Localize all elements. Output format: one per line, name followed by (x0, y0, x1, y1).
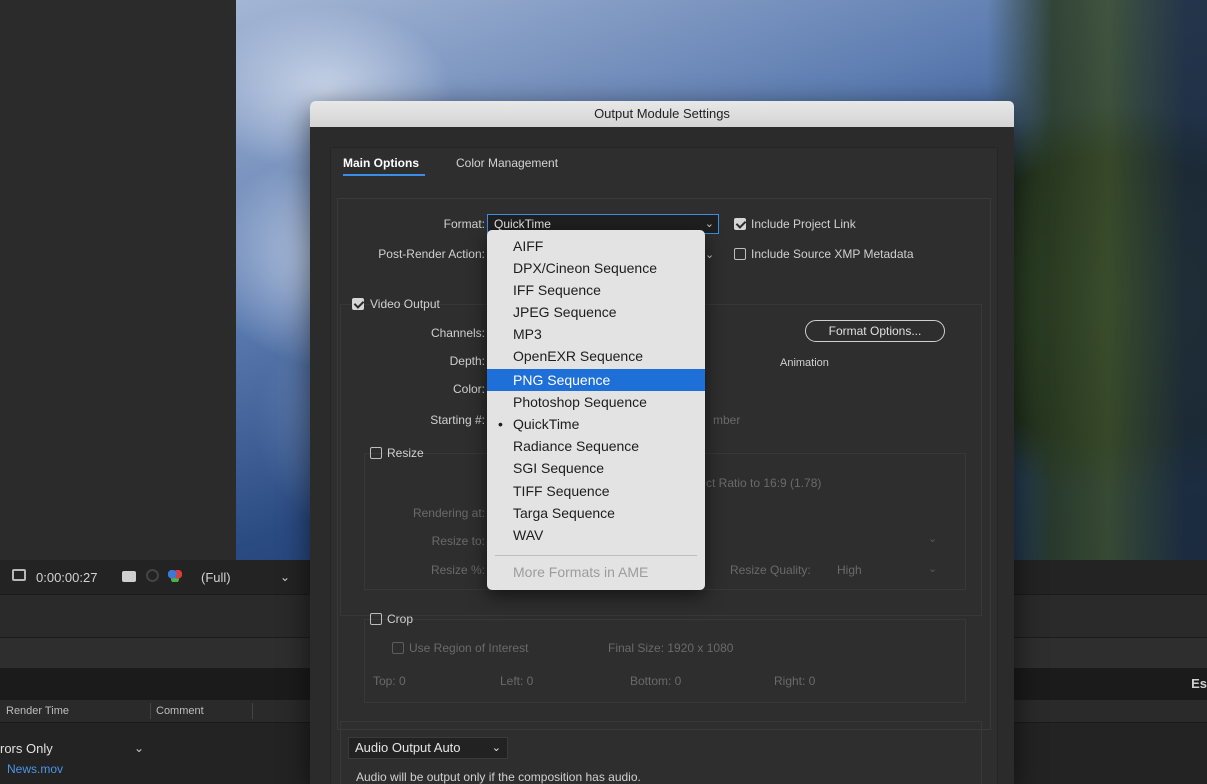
menu-item-targa[interactable]: Targa Sequence (487, 502, 705, 524)
resize-checkbox[interactable] (370, 447, 382, 459)
menu-item-aiff[interactable]: AIFF (487, 235, 705, 257)
crop-label: Crop (387, 612, 414, 626)
menu-item-openexr[interactable]: OpenEXR Sequence (487, 345, 705, 367)
format-label: Format: (443, 217, 485, 231)
column-divider (252, 703, 253, 719)
dialog-title: Output Module Settings (310, 101, 1014, 127)
menu-item-photoshop[interactable]: Photoshop Sequence (487, 391, 705, 413)
crop-right-field[interactable]: Right: 0 (774, 674, 815, 688)
starting-number-label: Starting #: (430, 413, 485, 427)
channels-label: Channels: (430, 326, 485, 340)
menu-item-tiff[interactable]: TIFF Sequence (487, 480, 705, 502)
crop-top-field[interactable]: Top: 0 (373, 674, 406, 688)
resolution-select[interactable]: (Full) (201, 570, 231, 585)
audio-output-value: Audio Output Auto (355, 740, 461, 755)
menu-item-jpeg[interactable]: JPEG Sequence (487, 301, 705, 323)
channel-rgb-icon[interactable] (168, 570, 182, 582)
resize-label: Resize (387, 446, 424, 460)
post-render-action-label: Post-Render Action: (378, 247, 485, 261)
rendering-at-label: Rendering at: (412, 506, 485, 520)
tab-color-management[interactable]: Color Management (456, 156, 558, 170)
tab-main-options[interactable]: Main Options (343, 156, 419, 170)
color-label: Color: (452, 382, 485, 396)
earth-image (987, 0, 1207, 560)
resize-quality-value[interactable]: High (837, 563, 862, 577)
log-select[interactable]: rors Only (0, 741, 53, 756)
format-dropdown-menu: AIFF DPX/Cineon Sequence IFF Sequence JP… (487, 230, 705, 590)
column-render-time[interactable]: Render Time (6, 705, 69, 717)
crop-left-field[interactable]: Left: 0 (500, 674, 533, 688)
final-size-label: Final Size: 1920 x 1080 (608, 641, 734, 655)
use-comp-frame-number-label: mber (713, 413, 741, 427)
include-xmp-label: Include Source XMP Metadata (751, 247, 914, 261)
show-snapshot-icon[interactable] (146, 569, 159, 582)
use-roi-label: Use Region of Interest (409, 641, 529, 655)
video-output-label: Video Output (370, 297, 440, 311)
codec-label: Animation (780, 357, 829, 369)
output-file-link[interactable]: News.mov (7, 762, 63, 776)
chevron-down-icon: ⌄ (491, 742, 501, 754)
use-roi-checkbox[interactable] (392, 642, 404, 654)
chevron-down-icon: ⌄ (928, 533, 938, 545)
timecode-icon[interactable] (12, 569, 26, 581)
resize-percent-label: Resize %: (430, 563, 485, 577)
lock-aspect-ratio-label: ct Ratio to 16:9 (1.78) (706, 476, 822, 490)
chevron-down-icon[interactable]: ⌄ (280, 570, 290, 584)
chevron-down-icon: ⌄ (928, 563, 938, 575)
snapshot-camera-icon[interactable] (122, 571, 136, 582)
menu-item-radiance[interactable]: Radiance Sequence (487, 435, 705, 457)
audio-note: Audio will be output only if the composi… (356, 770, 641, 784)
format-options-button[interactable]: Format Options... (805, 320, 945, 342)
active-tab-indicator (343, 174, 425, 176)
menu-item-wav[interactable]: WAV (487, 524, 705, 546)
menu-item-more-formats: More Formats in AME (513, 564, 649, 580)
resize-to-label: Resize to: (431, 534, 485, 548)
crop-checkbox[interactable] (370, 613, 382, 625)
include-project-link-label: Include Project Link (751, 217, 856, 231)
resize-quality-label: Resize Quality: (730, 563, 811, 577)
crop-group (364, 619, 966, 703)
menu-item-quicktime-current[interactable]: • QuickTime (487, 413, 705, 435)
format-select-value: QuickTime (494, 217, 551, 231)
chevron-down-icon: ⌄ (704, 218, 714, 230)
render-queue-estimate-label: Es (1191, 676, 1207, 691)
project-panel (0, 0, 236, 560)
include-project-link-checkbox[interactable] (734, 218, 746, 230)
column-comment[interactable]: Comment (156, 705, 204, 717)
menu-separator (495, 555, 697, 556)
menu-item-sgi[interactable]: SGI Sequence (487, 457, 705, 479)
menu-item-iff[interactable]: IFF Sequence (487, 279, 705, 301)
menu-item-dpx-cineon[interactable]: DPX/Cineon Sequence (487, 257, 705, 279)
menu-item-png-highlighted[interactable]: PNG Sequence (487, 369, 705, 391)
crop-bottom-field[interactable]: Bottom: 0 (630, 674, 681, 688)
chevron-down-icon[interactable]: ⌄ (134, 741, 144, 755)
depth-label: Depth: (449, 354, 485, 368)
video-output-checkbox[interactable] (352, 298, 364, 310)
timecode-display[interactable]: 0:00:00:27 (36, 570, 97, 585)
checkmark-bullet-icon: • (498, 416, 503, 432)
menu-item-mp3[interactable]: MP3 (487, 323, 705, 345)
column-divider (150, 703, 151, 719)
audio-output-select[interactable]: Audio Output Auto ⌄ (348, 737, 508, 759)
include-xmp-checkbox[interactable] (734, 248, 746, 260)
chevron-down-icon[interactable]: ⌄ (705, 248, 714, 261)
